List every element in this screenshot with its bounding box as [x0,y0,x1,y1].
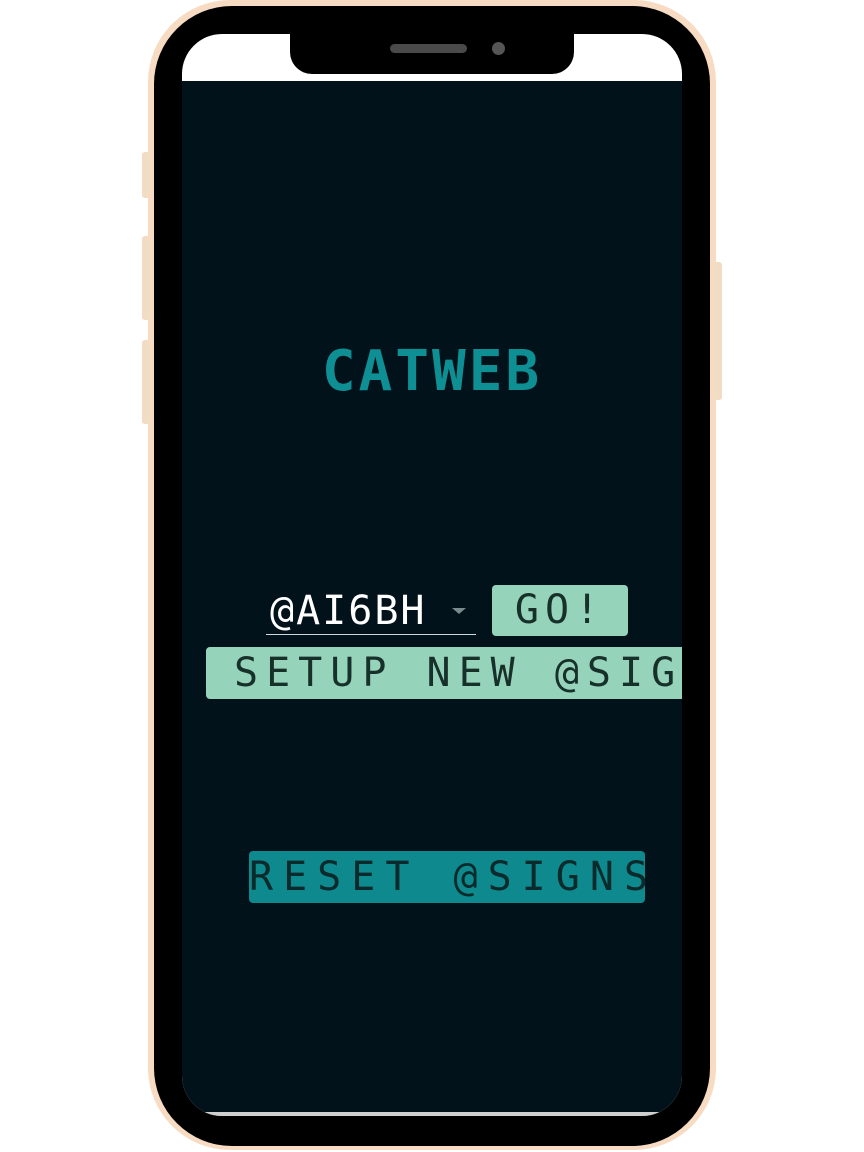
volume-up-button [142,236,150,320]
device-frame: CATWEB @AI6BH GO! SETUP NEW @SIGN RESET … [0,0,864,1152]
screen: CATWEB @AI6BH GO! SETUP NEW @SIGN RESET … [182,34,682,1116]
silent-switch [142,152,150,198]
power-button [714,262,722,400]
volume-down-button [142,340,150,424]
speaker-grille [390,44,467,53]
notch [290,30,574,74]
app-view: CATWEB @AI6BH GO! SETUP NEW @SIGN RESET … [182,81,682,1116]
app-title: CATWEB [321,339,543,404]
chevron-down-icon [452,608,466,614]
reset-signs-button[interactable]: RESET @SIGNS [249,851,648,903]
sign-select[interactable]: @AI6BH [266,586,476,635]
sign-select-value: @AI6BH [270,588,427,634]
setup-new-sign-button[interactable]: SETUP NEW @SIGN [206,647,682,699]
camera-icon [492,42,505,55]
go-button[interactable]: GO! [492,585,628,636]
bottom-edge [182,1112,682,1116]
